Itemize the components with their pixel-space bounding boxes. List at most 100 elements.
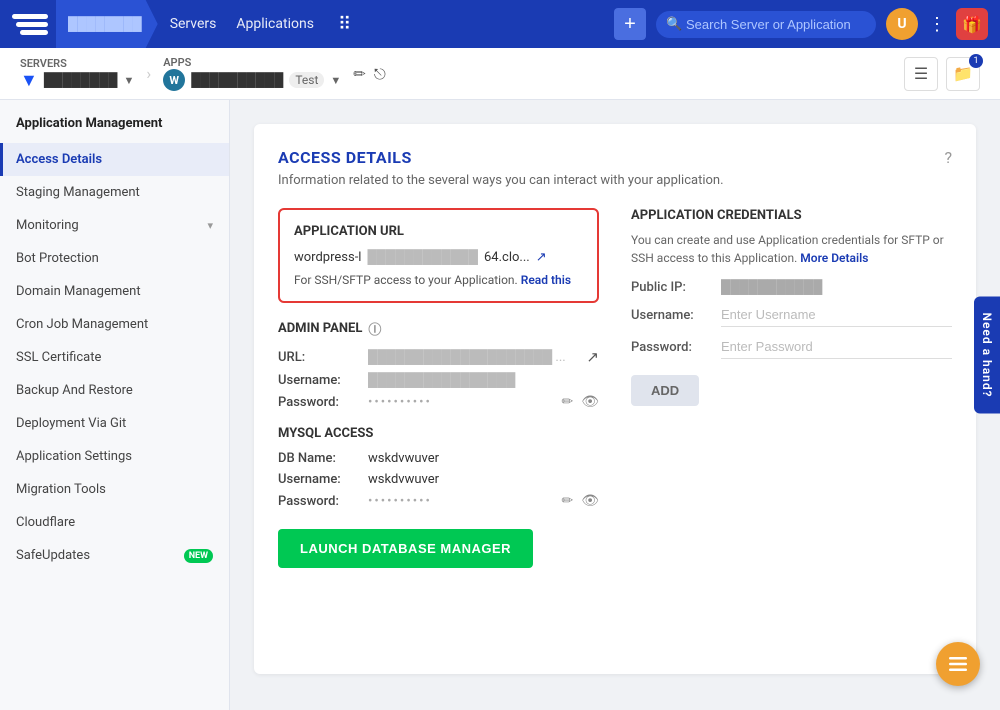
sidebar-item-label: Staging Management [16,185,140,200]
db-name-row: DB Name: wskdvwuver [278,451,599,466]
sidebar-item-label: Bot Protection [16,251,99,266]
folder-button[interactable]: 📁 1 [946,57,980,91]
folder-badge: 1 [969,54,983,68]
db-name-label: DB Name: [278,451,368,466]
launch-database-manager-button[interactable]: LAUNCH DATABASE MANAGER [278,529,533,568]
app-url-section-title: APPLICATION URL [294,224,583,239]
password-actions: ✏ 👁 [561,394,599,410]
admin-url-external-icon[interactable]: ↗ [586,348,599,366]
sidebar-item-label: Application Settings [16,449,132,464]
sidebar-item-domain-management[interactable]: Domain Management [0,275,229,308]
ssh-note: For SSH/SFTP access to your Application.… [294,273,583,287]
sidebar-item-label: SSL Certificate [16,350,101,365]
mysql-password-row: Password: •••••••••• ✏ 👁 [278,493,599,509]
nav-servers-link[interactable]: Servers [170,16,217,32]
sidebar-item-bot-protection[interactable]: Bot Protection [0,242,229,275]
server-selector[interactable]: ▼ ████████ ▼ [20,70,134,91]
admin-username-row: Username: ████████████████ [278,372,599,388]
url-text: wordpress-l [294,250,361,265]
left-column: APPLICATION URL wordpress-l ████████████… [278,208,599,568]
sidebar-item-label: SafeUpdates [16,548,90,563]
search-wrap: 🔍 [656,11,876,38]
gift-icon[interactable]: 🎁 [956,8,988,40]
app-name: ██████████ [191,72,283,88]
subheader-right: ☰ 📁 1 [904,57,980,91]
sidebar-item-label: Migration Tools [16,482,106,497]
sidebar-item-monitoring[interactable]: Monitoring ▾ [0,209,229,242]
grid-icon[interactable]: ⠿ [338,14,351,35]
nav-links: Servers Applications ⠿ [170,14,614,35]
external-link-icon[interactable]: ↗ [536,250,547,265]
admin-panel-title: ADMIN PANEL ⓘ [278,319,599,338]
show-password-icon[interactable]: 👁 [581,394,599,410]
card-title: ACCESS DETAILS [278,148,412,167]
mysql-section-title: MYSQL ACCESS [278,426,599,441]
sidebar-title: Application Management [0,116,229,143]
sidebar-item-access-details[interactable]: Access Details [0,143,229,176]
sidebar-item-backup-and-restore[interactable]: Backup And Restore [0,374,229,407]
avatar[interactable]: U [886,8,918,40]
list-view-button[interactable]: ☰ [904,57,938,91]
sidebar-item-label: Backup And Restore [16,383,133,398]
sidebar-item-deployment-via-git[interactable]: Deployment Via Git [0,407,229,440]
two-column-layout: APPLICATION URL wordpress-l ████████████… [278,208,952,568]
fab-button[interactable] [936,642,980,686]
need-a-hand-panel[interactable]: Need a hand? [974,296,1000,413]
server-caret-icon: ▼ [124,74,135,87]
username-label: Username: [278,373,368,388]
add-credentials-button[interactable]: ADD [631,375,699,406]
main-content: ACCESS DETAILS ? Information related to … [230,100,1000,710]
mysql-username-value: wskdvwuver [368,472,599,487]
nav-applications-link[interactable]: Applications [236,16,314,32]
app-selector[interactable]: W ██████████ Test ▼ [163,69,341,91]
public-ip-label: Public IP: [631,280,721,295]
sidebar-item-label: Cron Job Management [16,317,148,332]
sidebar: Application Management Access Details St… [0,100,230,710]
sidebar-item-migration-tools[interactable]: Migration Tools [0,473,229,506]
sidebar-item-staging-management[interactable]: Staging Management [0,176,229,209]
mysql-show-password-icon[interactable]: 👁 [581,493,599,509]
credentials-username-label: Username: [631,308,721,323]
logo[interactable] [12,10,48,38]
add-button[interactable]: + [614,8,646,40]
server-name: ████████ [44,72,118,88]
nav-right: + 🔍 U ⋮ 🎁 [614,8,988,40]
admin-password-dots: •••••••••• [368,395,561,410]
search-input[interactable] [656,11,876,38]
credentials-username-input[interactable] [721,303,952,327]
vultr-icon: ▼ [20,70,38,91]
app-tag: Test [289,72,324,88]
external-link-icon[interactable]: ⎋ [374,65,386,83]
sidebar-item-application-settings[interactable]: Application Settings [0,440,229,473]
sidebar-item-ssl-certificate[interactable]: SSL Certificate [0,341,229,374]
app-caret-icon: ▼ [330,74,341,87]
sidebar-item-cloudflare[interactable]: Cloudflare [0,506,229,539]
servers-section: Servers ▼ ████████ ▼ [20,57,134,91]
nav-breadcrumb[interactable]: ████████ [56,0,158,48]
url-suffix: 64.clo... [484,250,530,265]
url-label: URL: [278,350,368,365]
subheader-actions: ✏ ⎋ [353,65,385,83]
credentials-title: APPLICATION CREDENTIALS [631,208,952,223]
more-details-link[interactable]: More Details [800,251,868,265]
sidebar-item-safeupdates[interactable]: SafeUpdates NEW [0,539,229,572]
password-label: Password: [278,395,368,410]
help-icon[interactable]: ? [944,148,952,167]
credentials-password-input[interactable] [721,335,952,359]
content-card: ACCESS DETAILS ? Information related to … [254,124,976,674]
top-navigation: ████████ Servers Applications ⠿ + 🔍 U ⋮ … [0,0,1000,48]
mysql-password-actions: ✏ 👁 [561,493,599,509]
servers-label: Servers [20,57,134,70]
card-header: ACCESS DETAILS ? [278,148,952,167]
edit-icon[interactable]: ✏ [353,65,366,83]
chevron-down-icon: ▾ [207,219,213,232]
subheader: Servers ▼ ████████ ▼ › Apps W ██████████… [0,48,1000,100]
edit-password-icon[interactable]: ✏ [561,394,573,410]
url-blurred: ████████████ [367,249,478,265]
sidebar-item-label: Access Details [16,152,102,167]
read-this-link[interactable]: Read this [521,273,571,287]
apps-label: Apps [163,56,341,69]
mysql-edit-password-icon[interactable]: ✏ [561,493,573,509]
sidebar-item-cron-job-management[interactable]: Cron Job Management [0,308,229,341]
more-options-icon[interactable]: ⋮ [928,14,946,35]
